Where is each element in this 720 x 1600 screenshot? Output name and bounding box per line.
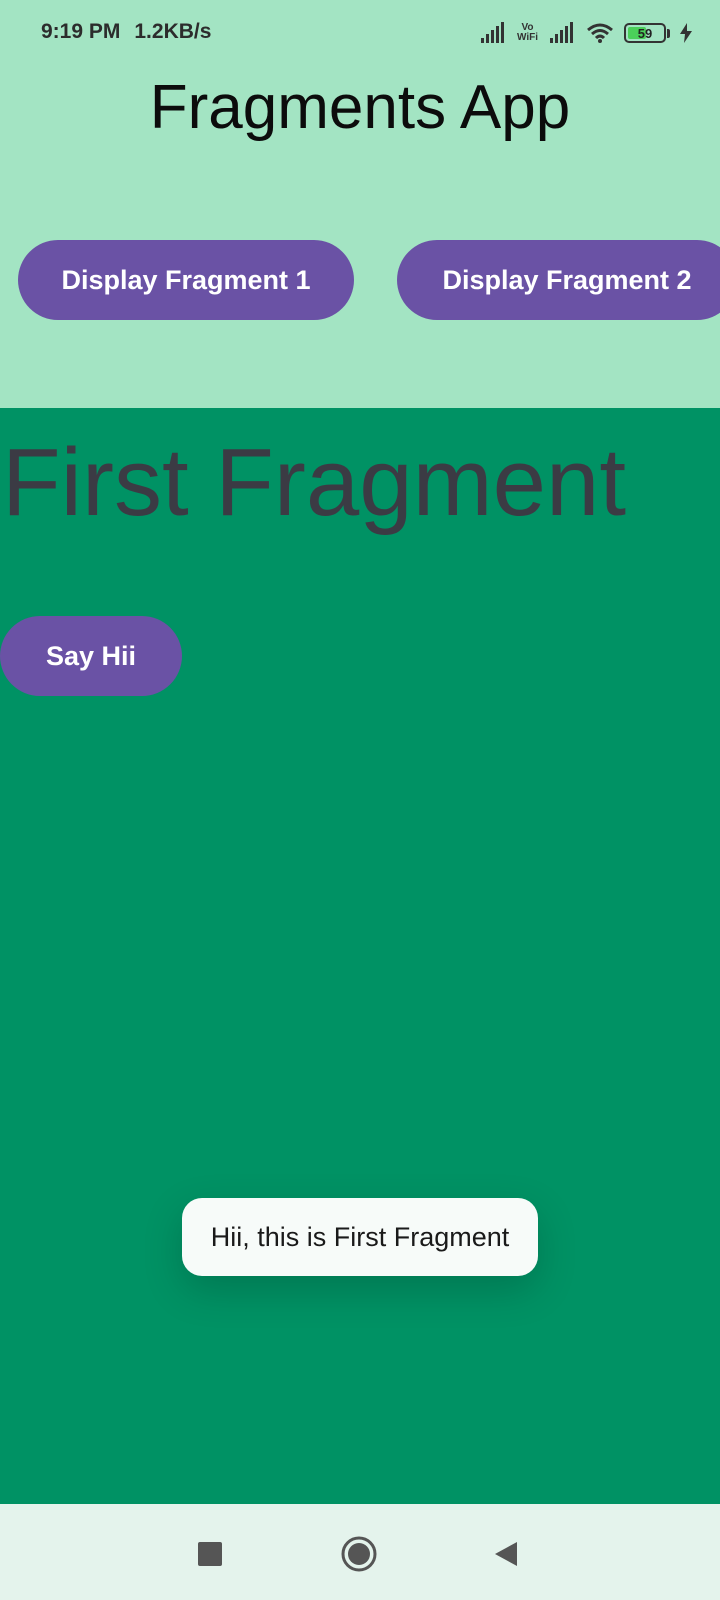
wifi-icon [587, 23, 613, 43]
display-fragment-2-button[interactable]: Display Fragment 2 [397, 240, 720, 320]
battery-percentage: 59 [637, 25, 653, 41]
charging-bolt-icon [680, 23, 692, 43]
toast-message: Hii, this is First Fragment [182, 1198, 538, 1276]
display-fragment-1-button[interactable]: Display Fragment 1 [18, 240, 354, 320]
app-title: Fragments App [149, 73, 571, 142]
home-icon[interactable] [339, 1534, 379, 1574]
clock: 9:19 PM [41, 20, 121, 43]
cell-signal-icon [480, 22, 504, 43]
status-left: 9:19 PM 1.2KB/s [41, 20, 211, 44]
back-icon[interactable] [487, 1534, 527, 1574]
battery-terminal [667, 28, 670, 38]
fragment-container: First Fragment Say Hii [0, 408, 720, 1504]
vowifi-bottom-label: WiFi [516, 32, 538, 43]
battery-icon: 59 [624, 23, 666, 43]
recent-apps-icon[interactable] [190, 1534, 230, 1574]
say-hii-button[interactable]: Say Hii [0, 616, 182, 696]
fragment-title: First Fragment [2, 429, 627, 536]
status-icons: Vo WiFi 59 [479, 22, 692, 44]
network-speed: 1.2KB/s [134, 20, 212, 43]
vowifi-icon: Vo WiFi [517, 23, 538, 43]
cell-signal-2-icon [550, 22, 573, 43]
navigation-bar [0, 1504, 720, 1600]
status-bar: 9:19 PM 1.2KB/s Vo WiFi 59 [0, 0, 720, 70]
